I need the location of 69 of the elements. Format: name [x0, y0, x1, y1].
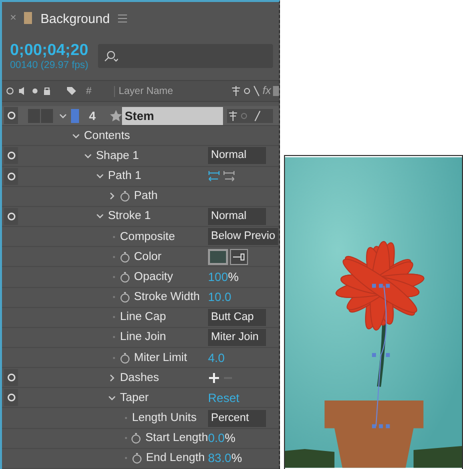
label-tag-icon — [66, 86, 76, 96]
stopwatch-icon[interactable] — [132, 452, 142, 464]
property-label: Path — [134, 190, 158, 202]
visibility-toggle[interactable] — [4, 389, 18, 406]
layer-name-field[interactable]: Stem — [122, 106, 223, 125]
visibility-toggle[interactable] — [4, 208, 18, 225]
dropdown[interactable]: Miter Join — [208, 328, 266, 346]
dropdown[interactable]: Normal — [208, 147, 266, 164]
property-label: Line Join — [120, 331, 166, 344]
star-icon — [110, 110, 122, 122]
property-label: Opacity — [134, 270, 173, 283]
lock-switch[interactable] — [41, 108, 53, 123]
property-label: Stroke Width — [134, 291, 200, 304]
search-icon — [104, 50, 118, 62]
property-label: Contents — [84, 130, 130, 142]
property-label: Color — [134, 250, 162, 263]
plus-icon[interactable] — [208, 372, 220, 384]
dropdown[interactable]: Normal — [208, 208, 266, 225]
stopwatch-icon[interactable] — [120, 291, 130, 304]
value-text[interactable]: 0.0% — [208, 431, 236, 446]
frame-info: 00140 (29.97 fps) — [10, 60, 88, 71]
property-label: Dashes — [120, 372, 159, 384]
dropdown[interactable]: Below Previo — [208, 228, 278, 246]
caret-icon[interactable] — [108, 192, 116, 200]
caret-icon[interactable] — [108, 374, 116, 382]
caret-icon[interactable] — [84, 152, 92, 160]
property-label: Start Length — [145, 432, 208, 444]
property-label: Taper — [120, 392, 149, 404]
stopwatch-icon[interactable] — [120, 352, 130, 364]
property-label: Shape 1 — [96, 150, 139, 162]
caret-icon[interactable] — [59, 112, 67, 120]
caret-icon[interactable] — [96, 212, 104, 220]
layer-number: 4 — [89, 108, 96, 123]
caret-icon[interactable] — [72, 132, 80, 140]
caret-icon[interactable] — [96, 172, 104, 180]
audio-switch[interactable] — [28, 108, 40, 123]
property-label: Path 1 — [108, 170, 142, 182]
visibility-toggle[interactable] — [4, 147, 18, 164]
visibility-toggle[interactable] — [4, 168, 18, 185]
label-color[interactable] — [71, 108, 79, 123]
property-label: Composite — [120, 230, 175, 243]
property-label: Stroke 1 — [108, 210, 151, 222]
value-text[interactable]: 83.0% — [208, 451, 242, 466]
switches-icons[interactable] — [226, 108, 273, 123]
property-label: Length Units — [132, 412, 197, 424]
path-direction-icon[interactable] — [223, 170, 235, 182]
composition-icon — [24, 12, 32, 24]
eyedropper-icon[interactable] — [230, 248, 248, 265]
dropdown[interactable]: Percent — [208, 410, 266, 427]
column-header: # — [86, 86, 92, 97]
color-swatch[interactable] — [208, 248, 228, 265]
property-label: End Length — [146, 452, 205, 464]
stopwatch-icon[interactable] — [120, 250, 130, 263]
property-label: Line Cap — [120, 311, 166, 324]
stopwatch-icon[interactable] — [120, 190, 130, 202]
caret-icon[interactable] — [108, 394, 116, 402]
value-text[interactable]: 100% — [208, 270, 239, 284]
menu-icon[interactable] — [118, 14, 127, 23]
switches-icons — [230, 85, 260, 98]
search-field[interactable] — [98, 44, 273, 68]
path-direction-icon[interactable] — [208, 170, 220, 182]
dropdown[interactable]: Butt Cap — [208, 308, 266, 326]
panel-title[interactable]: Background — [40, 10, 110, 26]
stopwatch-icon[interactable] — [120, 270, 130, 283]
property-label: Miter Limit — [134, 352, 188, 364]
stopwatch-icon[interactable] — [131, 432, 142, 444]
visibility-toggle[interactable] — [4, 369, 18, 386]
column-header: Layer Name — [114, 86, 174, 97]
effects-column-header: fx — [262, 85, 271, 98]
